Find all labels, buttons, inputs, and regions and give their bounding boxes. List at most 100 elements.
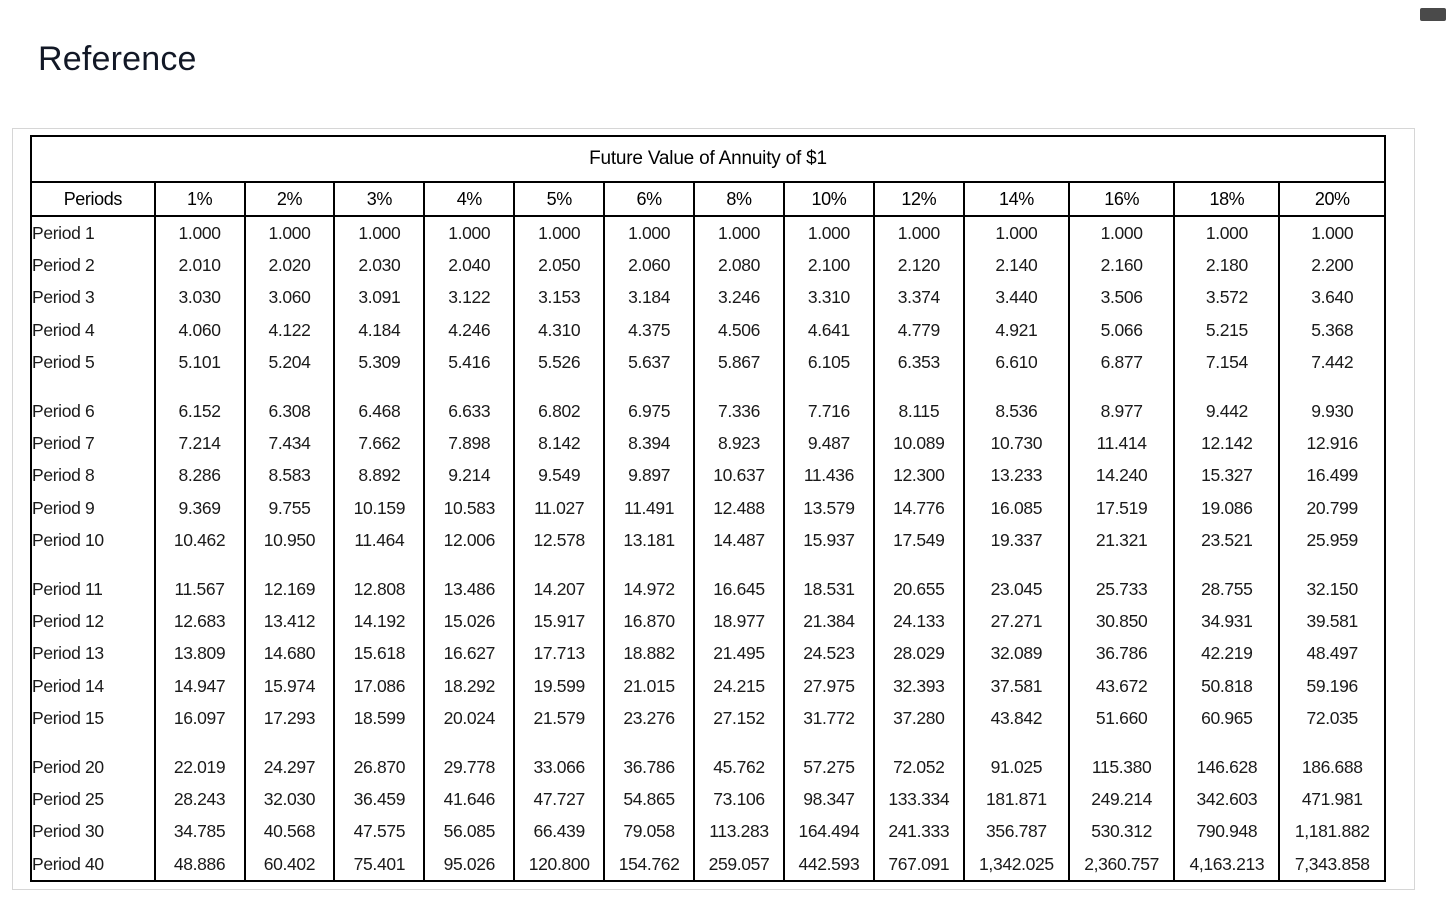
factor-value-cell: 6.975: [604, 394, 696, 428]
factor-value-cell: 6.308: [244, 394, 336, 428]
factor-value-cell: 56.085: [424, 815, 516, 849]
spacer-cell: [1279, 557, 1385, 573]
factor-value-cell: 113.283: [694, 815, 785, 849]
factor-value-cell: 15.917: [514, 605, 606, 638]
factor-value-cell: 6.633: [424, 394, 516, 428]
factor-value-cell: 342.603: [1174, 783, 1281, 816]
factor-value-cell: 33.066: [514, 750, 606, 784]
spacer-cell: [154, 556, 246, 573]
table-title: Future Value of Annuity of $1: [31, 136, 1385, 183]
factor-value-cell: 1,181.882: [1294, 821, 1370, 842]
factor-value-cell: 5.101: [154, 346, 246, 379]
spacer-cell: [424, 734, 516, 751]
factor-value-cell: 133.334: [873, 783, 965, 816]
factor-value-cell: 12.488: [694, 492, 785, 525]
factor-value-cell: 18.599: [334, 702, 426, 735]
factor-value-cell: 4.506: [694, 314, 785, 347]
factor-value-cell: 1.000: [424, 216, 516, 250]
factor-value-cell: 79.058: [604, 815, 696, 849]
factor-value-cell: 75.401: [334, 848, 426, 882]
factor-value-cell: 12.169: [244, 572, 336, 606]
factor-value-cell: 767.091: [873, 848, 965, 882]
table-title-row: Future Value of Annuity of $1: [31, 136, 1385, 183]
factor-value-cell: 1.000: [783, 216, 875, 250]
table-row: Period 14 14.947 15.974 17.086 18.292 19.599 2…: [31, 670, 1385, 703]
factor-value-cell: 42.219: [1174, 637, 1281, 671]
factor-value-cell: 3.310: [783, 281, 875, 315]
factor-value-cell: 11.567: [154, 572, 246, 606]
factor-value-cell: 8.536: [963, 394, 1071, 428]
factor-value-cell: 14.947: [154, 670, 246, 703]
spacer-cell: [154, 378, 246, 395]
factor-value-cell: 8.286: [154, 459, 246, 493]
factor-value-cell: 11.436: [783, 459, 875, 493]
spacer-cell: [244, 378, 336, 395]
factor-value-cell: 4.122: [244, 314, 336, 347]
spacer-cell: [604, 556, 696, 573]
table-row: Period 6 6.152 6.308 6.468 6.633 6.802 6.975 7.…: [31, 394, 1385, 428]
period-label: Period 25: [31, 783, 156, 816]
factor-value-cell: 11.027: [514, 492, 606, 525]
factor-value-cell: 6.353: [873, 346, 965, 379]
factor-value-cell: 6.802: [514, 394, 606, 428]
factor-value-cell: 17.086: [334, 670, 426, 703]
period-label: Period 14: [31, 670, 156, 703]
spacer-cell: [514, 734, 606, 751]
factor-value-cell: 13.579: [783, 492, 875, 525]
factor-value-cell: 5.637: [604, 346, 696, 379]
factor-value-cell: 1.000: [1174, 216, 1281, 250]
factor-value-cell: 4.375: [604, 314, 696, 347]
factor-value-cell: 2.180: [1174, 249, 1281, 282]
factor-value-cell: 154.762: [604, 848, 696, 882]
minimize-icon[interactable]: [1420, 8, 1446, 21]
spacer-cell: [514, 556, 606, 573]
factor-value-cell: 15.327: [1174, 459, 1281, 493]
group-spacer-row: [31, 734, 1385, 751]
factor-value-cell: 29.778: [424, 750, 516, 784]
factor-value-cell: 10.637: [694, 459, 785, 493]
factor-value-cell: 60.965: [1174, 702, 1281, 735]
factor-value-cell: 3.572: [1174, 281, 1281, 315]
factor-value-cell: 164.494: [783, 815, 875, 849]
factor-value-cell: 59.196: [1306, 675, 1359, 696]
factor-value-cell: 7.716: [783, 394, 875, 428]
factor-value-cell: 39.581: [1306, 610, 1359, 631]
factor-value-cell: 6.468: [334, 394, 426, 428]
factor-value-cell: 22.019: [154, 750, 246, 784]
factor-value-cell: 37.280: [873, 702, 965, 735]
table-row: Period 11 11.567 12.169 12.808 13.486 14.207 1…: [31, 572, 1385, 606]
factor-value-cell: 73.106: [694, 783, 785, 816]
factor-value-cell: 17.549: [873, 524, 965, 557]
factor-value-cell: 471.981: [1301, 788, 1363, 809]
factor-value-cell: 1.000: [1311, 222, 1354, 243]
factor-value-cell: 18.882: [604, 637, 696, 671]
factor-value-cell: 7,343.858: [1294, 853, 1370, 874]
factor-value-cell: 15.026: [424, 605, 516, 638]
factor-value-cell: 7.154: [1174, 346, 1281, 379]
factor-value-cell: 66.439: [514, 815, 606, 849]
spacer-cell: [963, 734, 1071, 751]
factor-value-cell: 28.243: [154, 783, 246, 816]
factor-value-cell: 10.159: [334, 492, 426, 525]
period-label: Period 10: [31, 524, 156, 557]
factor-value-cell: 9.897: [604, 459, 696, 493]
column-header-rate: 1%: [154, 182, 246, 217]
factor-value-cell: 15.974: [244, 670, 336, 703]
factor-value-cell: 20.655: [873, 572, 965, 606]
factor-value-cell: 27.975: [783, 670, 875, 703]
spacer-cell: [334, 734, 426, 751]
factor-value-cell: 356.787: [963, 815, 1071, 849]
spacer-cell: [1279, 735, 1385, 751]
factor-value-cell: 4.779: [873, 314, 965, 347]
column-header-rate: 6%: [604, 182, 696, 217]
factor-value-cell: 5.215: [1174, 314, 1281, 347]
spacer-cell: [873, 556, 965, 573]
spacer-cell: [694, 556, 785, 573]
factor-value-cell: 259.057: [694, 848, 785, 882]
factor-value-cell: 12.300: [873, 459, 965, 493]
spacer-cell: [424, 556, 516, 573]
factor-value-cell: 5.867: [694, 346, 785, 379]
factor-value-cell: 60.402: [244, 848, 336, 882]
factor-value-cell: 9.369: [154, 492, 246, 525]
factor-value-cell: 15.937: [783, 524, 875, 557]
